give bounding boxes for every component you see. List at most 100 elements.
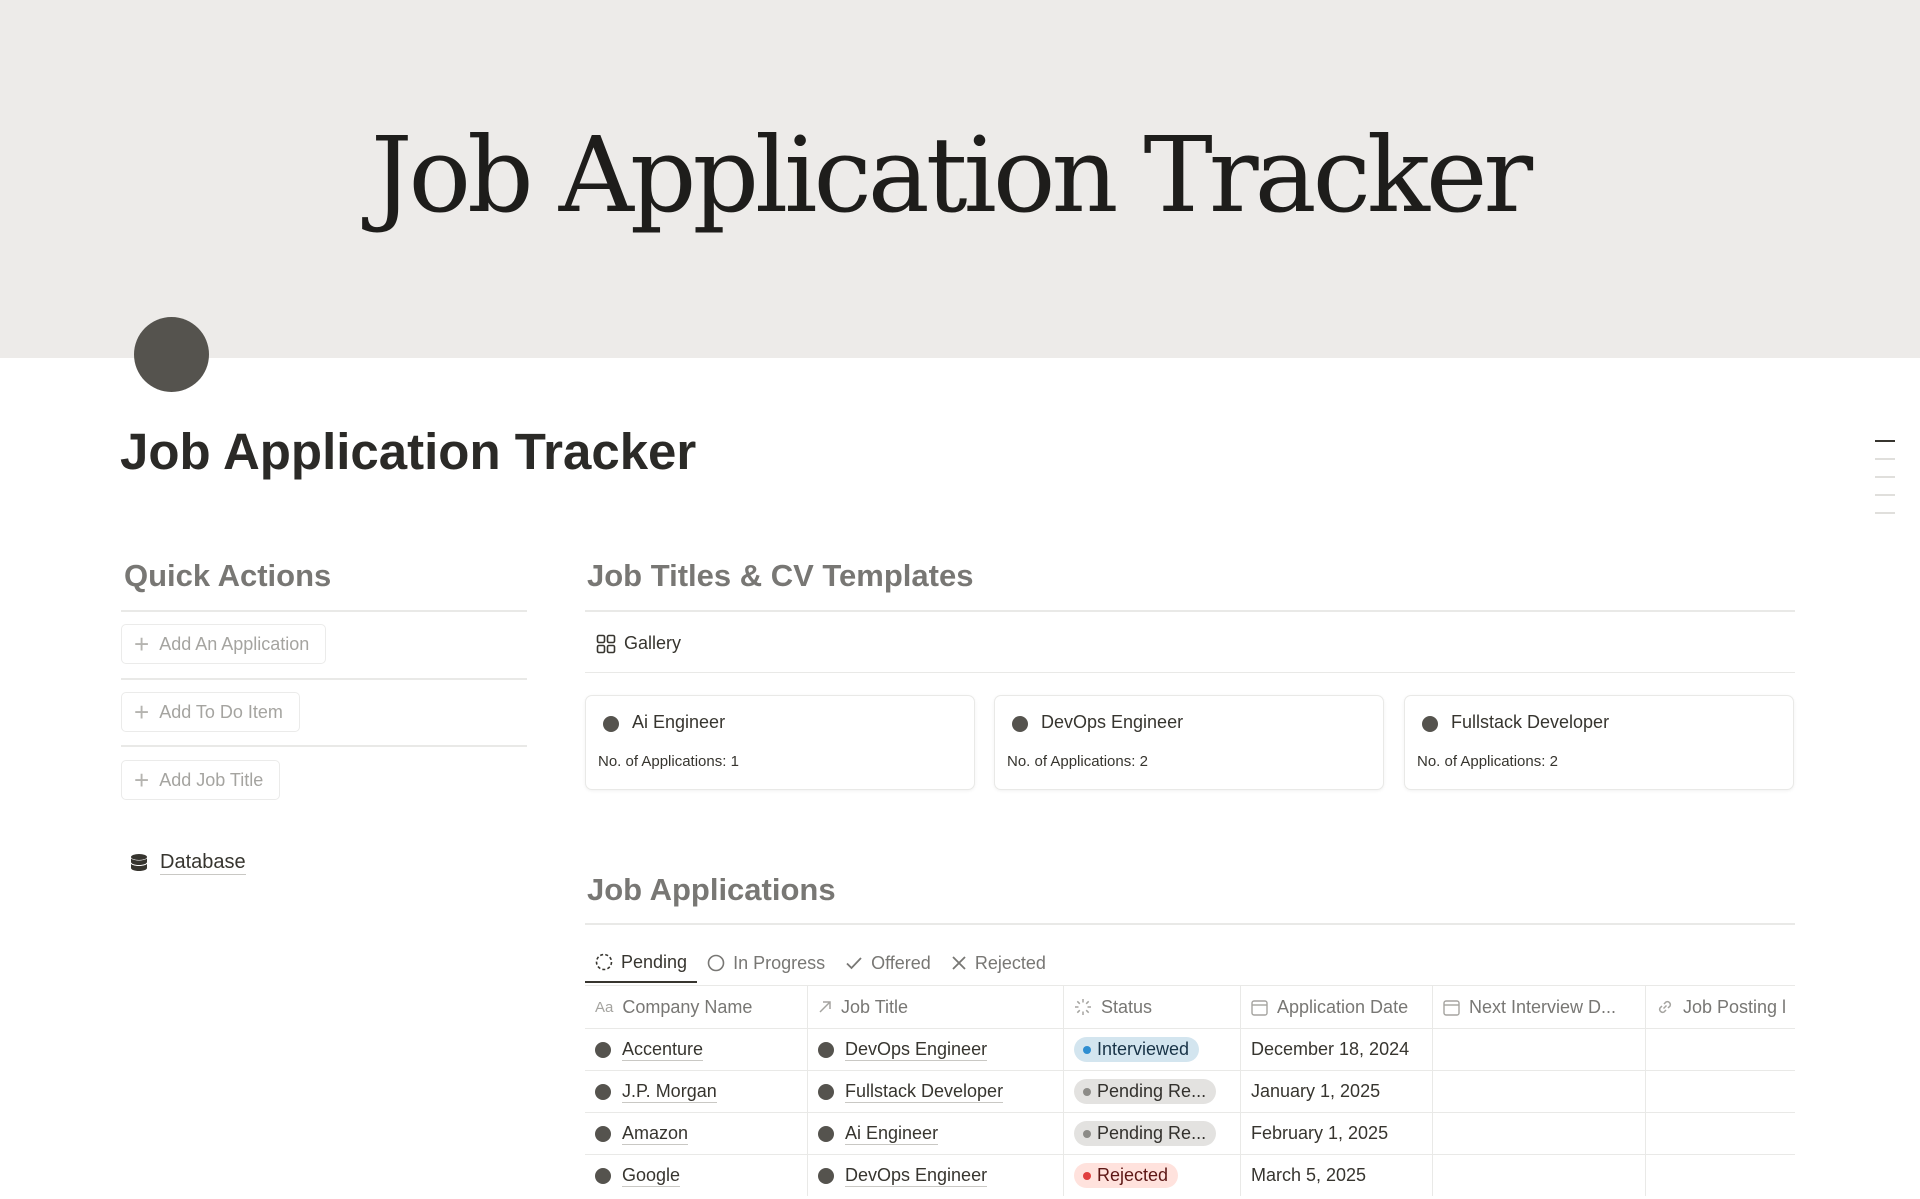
tab-offered[interactable]: Offered <box>835 943 941 983</box>
table-header: Aa Company Name Job Title Status Applica… <box>585 985 1795 1028</box>
page-icon <box>595 1041 611 1058</box>
next-interview-cell[interactable] <box>1433 1029 1646 1070</box>
gallery-view-tab[interactable]: Gallery <box>596 633 681 654</box>
status-label: Pending Re... <box>1097 1123 1207 1143</box>
column-header-job-posting[interactable]: Job Posting l <box>1646 986 1795 1028</box>
calendar-icon <box>1251 999 1268 1016</box>
next-interview-cell[interactable] <box>1433 1113 1646 1154</box>
divider <box>121 678 527 680</box>
card-icon <box>1012 716 1028 732</box>
divider <box>585 672 1795 673</box>
company-cell[interactable]: Google <box>585 1155 808 1196</box>
toc-marker[interactable] <box>1875 440 1895 442</box>
column-header-company[interactable]: Aa Company Name <box>585 986 808 1028</box>
divider <box>121 745 527 747</box>
status-cell[interactable]: Pending Re... <box>1064 1113 1241 1154</box>
job-title-cell[interactable]: Fullstack Developer <box>808 1071 1064 1112</box>
job-title-link[interactable]: Fullstack Developer <box>845 1080 1004 1103</box>
application-date-cell[interactable]: January 1, 2025 <box>1241 1071 1433 1112</box>
database-link[interactable]: Database <box>128 850 246 875</box>
company-cell[interactable]: J.P. Morgan <box>585 1071 808 1112</box>
status-dot <box>1083 1171 1091 1180</box>
table-row[interactable]: Google DevOps Engineer Rejected March 5,… <box>585 1154 1795 1196</box>
column-label: Status <box>1101 996 1153 1017</box>
status-icon <box>1074 998 1092 1016</box>
status-cell[interactable]: Rejected <box>1064 1155 1241 1196</box>
database-link-label: Database <box>160 851 246 875</box>
tab-rejected[interactable]: Rejected <box>941 943 1056 983</box>
application-date: February 1, 2025 <box>1251 1123 1389 1143</box>
database-icon <box>131 853 147 871</box>
status-dot <box>1083 1045 1091 1054</box>
gallery-card-ai-engineer[interactable]: Ai Engineer No. of Applications: 1 <box>585 695 975 790</box>
status-badge: Pending Re... <box>1074 1079 1217 1104</box>
column-header-next-interview[interactable]: Next Interview D... <box>1433 986 1646 1028</box>
button-label: Add Job Title <box>159 769 264 790</box>
page-icon[interactable] <box>134 317 209 392</box>
application-date-cell[interactable]: December 18, 2024 <box>1241 1029 1433 1070</box>
toc-marker[interactable] <box>1875 476 1895 478</box>
next-interview-cell[interactable] <box>1433 1071 1646 1112</box>
button-label: Add An Application <box>159 633 310 654</box>
job-posting-cell[interactable] <box>1646 1155 1795 1196</box>
status-cell[interactable]: Interviewed <box>1064 1029 1241 1070</box>
tab-in-progress[interactable]: In Progress <box>697 943 835 983</box>
job-title-cell[interactable]: DevOps Engineer <box>808 1155 1064 1196</box>
add-job-title-button[interactable]: + Add Job Title <box>121 760 281 800</box>
tab-label: Pending <box>621 951 688 972</box>
tab-pending[interactable]: Pending <box>585 943 698 983</box>
column-header-job-title[interactable]: Job Title <box>808 986 1064 1028</box>
add-todo-button[interactable]: + Add To Do Item <box>121 692 300 732</box>
table-row[interactable]: Amazon Ai Engineer Pending Re... Februar… <box>585 1112 1795 1154</box>
quick-actions-heading: Quick Actions <box>124 558 332 593</box>
job-title-cell[interactable]: DevOps Engineer <box>808 1029 1064 1070</box>
page-title[interactable]: Job Application Tracker <box>120 420 696 484</box>
add-application-button[interactable]: + Add An Application <box>121 624 327 664</box>
job-title-link[interactable]: DevOps Engineer <box>845 1038 988 1061</box>
gallery-card-devops-engineer[interactable]: DevOps Engineer No. of Applications: 2 <box>994 695 1384 790</box>
status-dot <box>1083 1087 1091 1096</box>
column-header-status[interactable]: Status <box>1064 986 1241 1028</box>
company-cell[interactable]: Amazon <box>585 1113 808 1154</box>
status-cell[interactable]: Pending Re... <box>1064 1071 1241 1112</box>
calendar-icon <box>1443 999 1460 1016</box>
tab-label: Rejected <box>974 952 1046 973</box>
table-row[interactable]: Accenture DevOps Engineer Interviewed De… <box>585 1028 1795 1070</box>
table-row[interactable]: J.P. Morgan Fullstack Developer Pending … <box>585 1070 1795 1112</box>
application-date: January 1, 2025 <box>1251 1081 1381 1101</box>
job-posting-cell[interactable] <box>1646 1071 1795 1112</box>
job-title-link[interactable]: Ai Engineer <box>845 1122 939 1145</box>
status-label: Interviewed <box>1097 1039 1190 1059</box>
job-posting-cell[interactable] <box>1646 1113 1795 1154</box>
toc-marker[interactable] <box>1875 512 1895 514</box>
company-name[interactable]: Google <box>622 1164 681 1187</box>
application-date-cell[interactable]: March 5, 2025 <box>1241 1155 1433 1196</box>
cover-title: Job Application Tracker <box>370 114 1533 236</box>
job-posting-cell[interactable] <box>1646 1029 1795 1070</box>
column-header-application-date[interactable]: Application Date <box>1241 986 1433 1028</box>
company-cell[interactable]: Accenture <box>585 1029 808 1070</box>
application-date: December 18, 2024 <box>1251 1039 1410 1059</box>
company-name[interactable]: Amazon <box>622 1122 689 1145</box>
gallery-view-label: Gallery <box>624 633 682 653</box>
job-title-link[interactable]: DevOps Engineer <box>845 1164 988 1187</box>
column-label: Job Title <box>841 996 909 1017</box>
divider <box>585 610 1795 612</box>
link-icon <box>1656 998 1674 1016</box>
column-label: Application Date <box>1277 996 1409 1017</box>
cover-banner: Job Application Tracker <box>0 0 1920 358</box>
text-property-icon: Aa <box>595 998 614 1016</box>
card-title: Fullstack Developer <box>1451 712 1610 732</box>
toc-marker[interactable] <box>1875 458 1895 460</box>
view-tabs: Pending In Progress Offered Rejected <box>585 943 1056 985</box>
status-label: Rejected <box>1097 1165 1169 1185</box>
table-of-contents[interactable] <box>1875 440 1895 530</box>
next-interview-cell[interactable] <box>1433 1155 1646 1196</box>
gallery-card-fullstack-developer[interactable]: Fullstack Developer No. of Applications:… <box>1404 695 1794 790</box>
toc-marker[interactable] <box>1875 494 1895 496</box>
card-property: No. of Applications: 1 <box>598 753 739 770</box>
company-name[interactable]: J.P. Morgan <box>622 1080 717 1103</box>
application-date-cell[interactable]: February 1, 2025 <box>1241 1113 1433 1154</box>
company-name[interactable]: Accenture <box>622 1038 704 1061</box>
job-title-cell[interactable]: Ai Engineer <box>808 1113 1064 1154</box>
